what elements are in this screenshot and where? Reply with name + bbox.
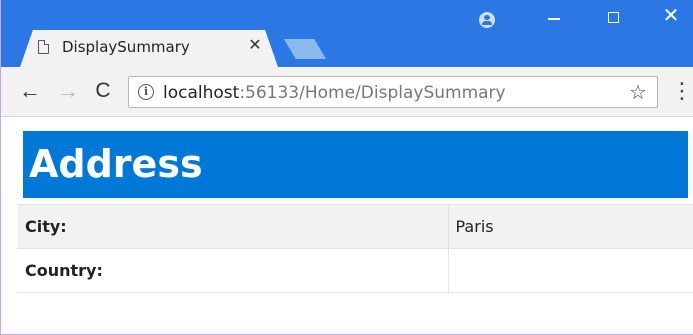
row-value: Paris [448, 204, 693, 249]
maximize-button[interactable] [598, 8, 628, 23]
profile-icon[interactable] [479, 12, 495, 28]
page-heading: Address [23, 131, 688, 198]
tab-title: DisplaySummary [62, 38, 190, 56]
tab-close-icon[interactable]: ✕ [247, 35, 263, 55]
address-bar[interactable]: i localhost:56133/Home/DisplaySummary ☆ [128, 76, 658, 108]
back-button[interactable]: ← [17, 78, 43, 104]
browser-menu-icon[interactable]: ⋮ [671, 79, 693, 103]
address-table: City: Paris Country: [17, 204, 693, 293]
table-row: City: Paris [17, 204, 693, 249]
forward-button[interactable]: → [55, 78, 81, 104]
maximize-icon [607, 12, 619, 23]
new-tab-button[interactable] [284, 39, 326, 59]
row-value [448, 248, 693, 293]
title-bar: DisplaySummary ✕ ✕ [1, 0, 693, 67]
info-icon[interactable]: i [138, 84, 154, 100]
table-row: Country: [17, 248, 693, 293]
browser-toolbar: ← → C i localhost:56133/Home/DisplaySumm… [1, 67, 693, 117]
minimize-button[interactable] [539, 8, 569, 20]
page-icon [38, 40, 49, 54]
row-label: Country: [17, 248, 449, 293]
bookmark-star-icon[interactable]: ☆ [629, 80, 647, 105]
url-text[interactable]: localhost:56133/Home/DisplaySummary [163, 83, 506, 103]
url-path: :56133/Home/DisplaySummary [239, 83, 506, 103]
row-label: City: [17, 204, 449, 249]
reload-button[interactable]: C [90, 78, 116, 104]
browser-window: DisplaySummary ✕ ✕ ← → C i localhost:561… [0, 0, 693, 335]
minimize-icon [548, 18, 560, 20]
url-host: localhost [163, 83, 240, 103]
close-window-button[interactable]: ✕ [656, 6, 686, 26]
